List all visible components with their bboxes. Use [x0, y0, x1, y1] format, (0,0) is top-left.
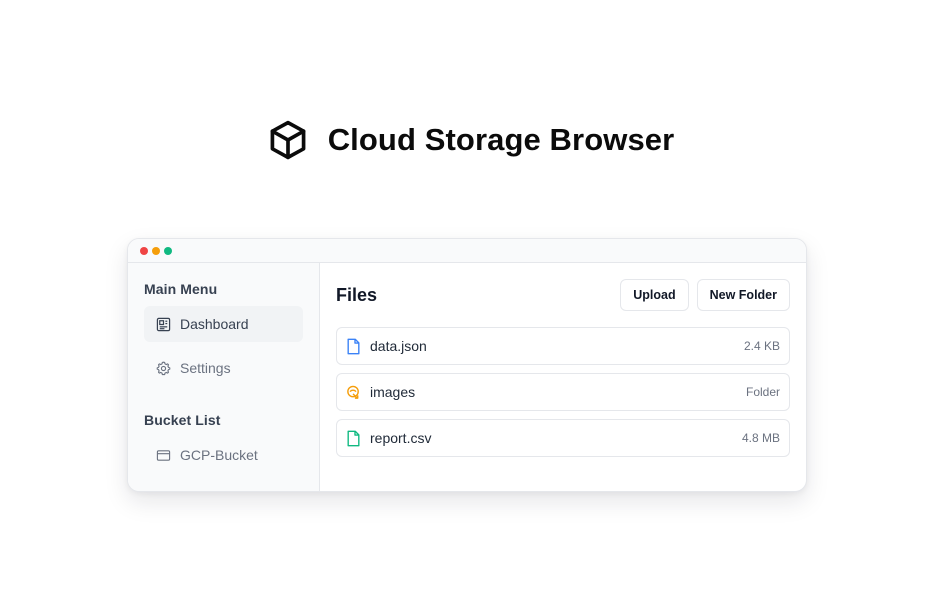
sidebar-item-gcp-bucket[interactable]: GCP-Bucket	[144, 437, 303, 473]
bucket-icon	[156, 449, 171, 461]
bucket-list-title: Bucket List	[144, 412, 221, 428]
dashboard-icon	[156, 317, 171, 331]
sidebar-item-label: GCP-Bucket	[180, 447, 258, 463]
file-info: data.json	[346, 338, 427, 355]
file-type: Folder	[745, 385, 780, 399]
file-row-images[interactable]: images Folder	[336, 373, 790, 411]
gear-icon	[156, 361, 171, 375]
window-titlebar	[128, 239, 806, 263]
file-size: 4.8 MB	[741, 431, 780, 445]
sidebar-item-settings[interactable]: Settings	[144, 350, 303, 386]
new-folder-button[interactable]: New Folder	[696, 279, 790, 311]
window-body: Main Menu Dashboard Settings Bucket List…	[128, 263, 806, 491]
file-info: images	[346, 384, 415, 401]
files-header: Files Upload New Folder	[336, 279, 790, 311]
folder-icon	[347, 385, 359, 399]
app-window: Main Menu Dashboard Settings Bucket List…	[127, 238, 807, 492]
page-title: Cloud Storage Browser	[327, 122, 675, 157]
files-panel: Files Upload New Folder data.json 2.4 KB…	[320, 263, 806, 491]
file-row-data-json[interactable]: data.json 2.4 KB	[336, 327, 790, 365]
file-name: data.json	[370, 338, 427, 354]
main-menu-title: Main Menu	[144, 281, 218, 297]
cube-icon	[270, 120, 306, 160]
sidebar-item-dashboard[interactable]: Dashboard	[144, 306, 303, 342]
files-title: Files	[336, 284, 378, 305]
file-name: report.csv	[370, 430, 432, 446]
upload-button[interactable]: Upload	[620, 279, 689, 311]
file-info: report.csv	[346, 430, 431, 447]
hero-header: Cloud Storage Browser	[0, 117, 940, 163]
window-maximize-button[interactable]	[164, 246, 172, 255]
sidebar-item-label: Settings	[180, 360, 231, 376]
sidebar-item-label: Dashboard	[180, 316, 249, 332]
sidebar: Main Menu Dashboard Settings Bucket List…	[128, 263, 320, 491]
file-icon	[347, 338, 360, 354]
file-row-report-csv[interactable]: report.csv 4.8 MB	[336, 419, 790, 457]
window-close-button[interactable]	[140, 246, 148, 255]
file-name: images	[370, 384, 416, 400]
page: Cloud Storage Browser Main Menu Dashboar…	[0, 0, 940, 600]
file-size: 2.4 KB	[743, 339, 780, 353]
file-icon	[347, 430, 360, 446]
window-minimize-button[interactable]	[152, 246, 160, 255]
files-actions: Upload New Folder	[620, 279, 790, 311]
